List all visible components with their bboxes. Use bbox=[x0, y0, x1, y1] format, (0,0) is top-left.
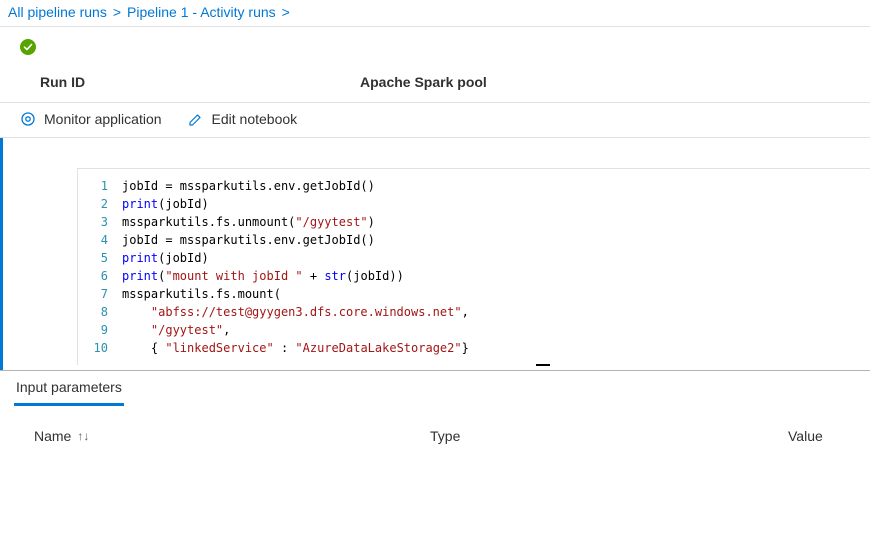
toolbar: Monitor application Edit notebook bbox=[0, 102, 870, 138]
breadcrumb-all-runs[interactable]: All pipeline runs bbox=[8, 4, 107, 20]
col-name-label: Name bbox=[34, 428, 71, 444]
line-number: 4 bbox=[78, 231, 122, 249]
code-line: 2print(jobId) bbox=[78, 195, 870, 213]
col-type[interactable]: Type bbox=[430, 428, 788, 444]
code-line: 7mssparkutils.fs.mount( bbox=[78, 285, 870, 303]
col-name[interactable]: Name ↑↓ bbox=[34, 428, 430, 444]
line-number: 6 bbox=[78, 267, 122, 285]
run-id-label: Run ID bbox=[40, 74, 360, 90]
line-number: 8 bbox=[78, 303, 122, 321]
params-table-header: Name ↑↓ Type Value bbox=[0, 406, 870, 454]
chevron-right-icon: > bbox=[113, 4, 121, 20]
code-line: 1jobId = mssparkutils.env.getJobId() bbox=[78, 177, 870, 195]
line-number: 5 bbox=[78, 249, 122, 267]
params-section: Input parameters Name ↑↓ Type Value bbox=[0, 370, 870, 454]
tabs: Input parameters bbox=[0, 371, 870, 406]
code-text: "abfss://test@gyygen3.dfs.core.windows.n… bbox=[122, 303, 870, 321]
success-check-icon bbox=[20, 39, 36, 55]
chevron-right-icon: > bbox=[282, 4, 290, 20]
sort-icon: ↑↓ bbox=[77, 430, 89, 442]
edit-notebook-button[interactable]: Edit notebook bbox=[188, 111, 298, 127]
edit-icon bbox=[188, 111, 204, 127]
code-text: print(jobId) bbox=[122, 249, 870, 267]
code-line: 10 { "linkedService" : "AzureDataLakeSto… bbox=[78, 339, 870, 357]
run-meta: Run ID Apache Spark pool bbox=[0, 64, 870, 102]
line-number: 7 bbox=[78, 285, 122, 303]
line-number: 2 bbox=[78, 195, 122, 213]
code-line: 3mssparkutils.fs.unmount("/gyytest") bbox=[78, 213, 870, 231]
code-text: jobId = mssparkutils.env.getJobId() bbox=[122, 177, 870, 195]
line-number: 1 bbox=[78, 177, 122, 195]
notebook-cell: 1jobId = mssparkutils.env.getJobId()2pri… bbox=[0, 138, 870, 370]
spark-pool-label: Apache Spark pool bbox=[360, 74, 487, 90]
monitor-icon bbox=[20, 111, 36, 127]
col-value[interactable]: Value bbox=[788, 428, 836, 444]
code-editor[interactable]: 1jobId = mssparkutils.env.getJobId()2pri… bbox=[77, 168, 870, 365]
code-line: 6print("mount with jobId " + str(jobId)) bbox=[78, 267, 870, 285]
code-text: { "linkedService" : "AzureDataLakeStorag… bbox=[122, 339, 870, 357]
code-text: "/gyytest", bbox=[122, 321, 870, 339]
code-text: mssparkutils.fs.mount( bbox=[122, 285, 870, 303]
code-text: print(jobId) bbox=[122, 195, 870, 213]
line-number: 9 bbox=[78, 321, 122, 339]
code-text: jobId = mssparkutils.env.getJobId() bbox=[122, 231, 870, 249]
tab-input-parameters[interactable]: Input parameters bbox=[14, 379, 124, 406]
code-line: 4jobId = mssparkutils.env.getJobId() bbox=[78, 231, 870, 249]
monitor-application-button[interactable]: Monitor application bbox=[20, 111, 162, 127]
line-number: 3 bbox=[78, 213, 122, 231]
code-line: 8 "abfss://test@gyygen3.dfs.core.windows… bbox=[78, 303, 870, 321]
breadcrumb-pipeline-activity-runs[interactable]: Pipeline 1 - Activity runs bbox=[127, 4, 276, 20]
status-row bbox=[0, 27, 870, 64]
breadcrumb: All pipeline runs > Pipeline 1 - Activit… bbox=[0, 0, 870, 27]
code-line: 9 "/gyytest", bbox=[78, 321, 870, 339]
cursor-mark bbox=[536, 364, 550, 366]
code-line: 5print(jobId) bbox=[78, 249, 870, 267]
line-number: 10 bbox=[78, 339, 122, 357]
monitor-application-label: Monitor application bbox=[44, 111, 162, 127]
code-text: mssparkutils.fs.unmount("/gyytest") bbox=[122, 213, 870, 231]
code-text: print("mount with jobId " + str(jobId)) bbox=[122, 267, 870, 285]
edit-notebook-label: Edit notebook bbox=[212, 111, 298, 127]
